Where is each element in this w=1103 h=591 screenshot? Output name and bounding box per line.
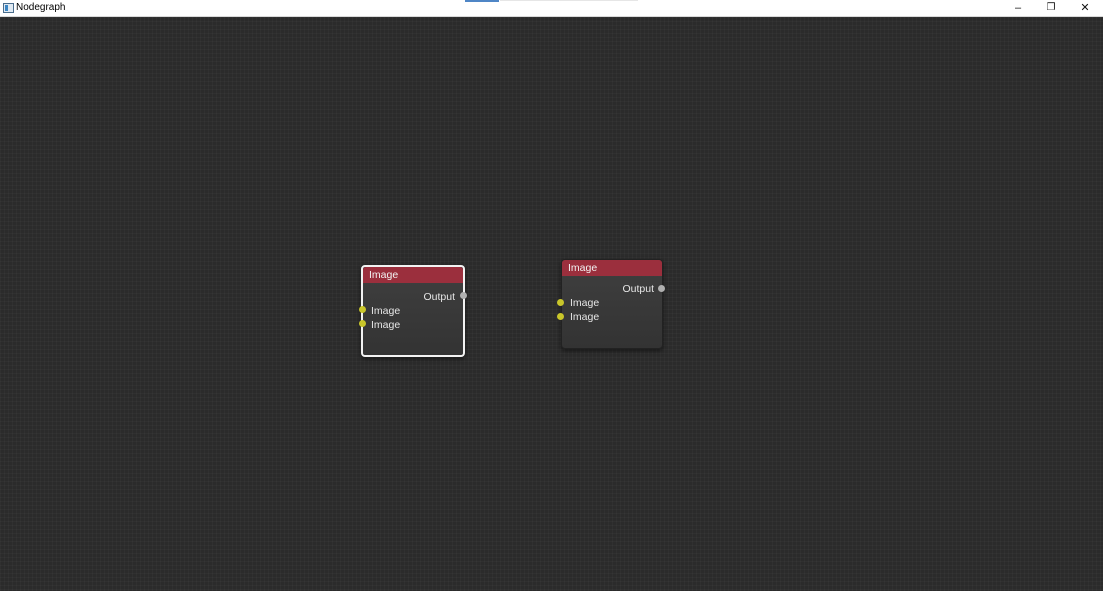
input-label: Image (570, 297, 600, 309)
node-canvas[interactable]: Image Output Image Image Image Output Im… (0, 17, 1103, 591)
output-label: Output (423, 291, 455, 303)
output-label: Output (622, 283, 654, 295)
image-node[interactable]: Image Output Image Image (561, 259, 663, 349)
image-node-selected[interactable]: Image Output Image Image (361, 265, 465, 357)
node-title[interactable]: Image (562, 260, 662, 276)
node-title[interactable]: Image (363, 267, 463, 283)
close-button[interactable]: ✕ (1068, 0, 1102, 16)
tab-indicator (500, 0, 638, 1)
input-port-icon[interactable] (557, 299, 564, 306)
output-port-icon[interactable] (460, 292, 467, 299)
input-port-icon[interactable] (359, 306, 366, 313)
input-port-icon[interactable] (359, 320, 366, 327)
restore-button[interactable]: ❐ (1034, 0, 1068, 16)
input-port-icon[interactable] (557, 313, 564, 320)
output-port-icon[interactable] (658, 285, 665, 292)
tab-indicator-active (465, 0, 499, 2)
input-label: Image (570, 311, 600, 323)
input-label: Image (371, 305, 401, 317)
window-title: Nodegraph (16, 2, 66, 13)
input-label: Image (371, 319, 401, 331)
title-bar[interactable]: Nodegraph – ❐ ✕ (0, 0, 1103, 17)
app-icon (3, 3, 14, 13)
minimize-button[interactable]: – (1001, 0, 1035, 16)
